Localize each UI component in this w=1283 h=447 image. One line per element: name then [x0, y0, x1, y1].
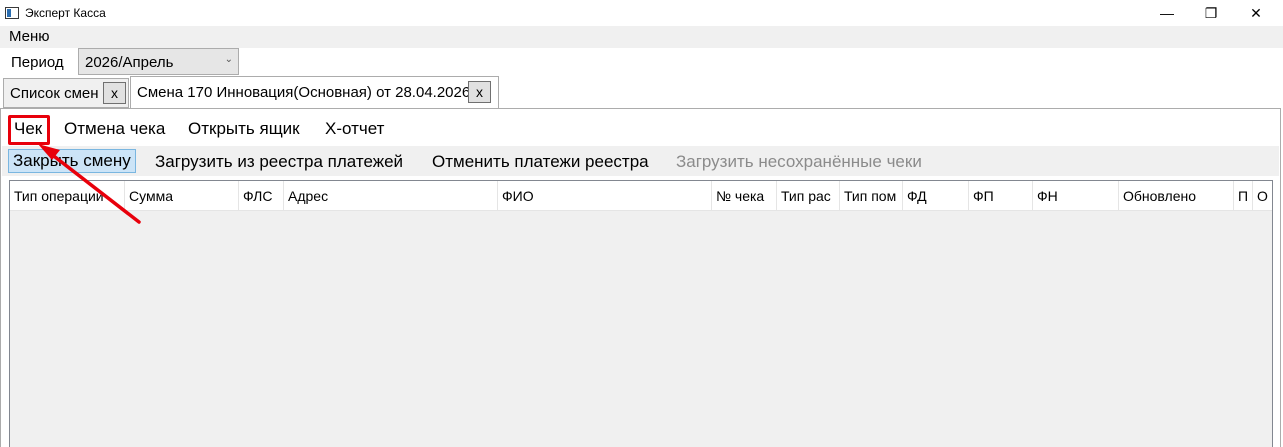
annotation-arrow [38, 144, 141, 224]
